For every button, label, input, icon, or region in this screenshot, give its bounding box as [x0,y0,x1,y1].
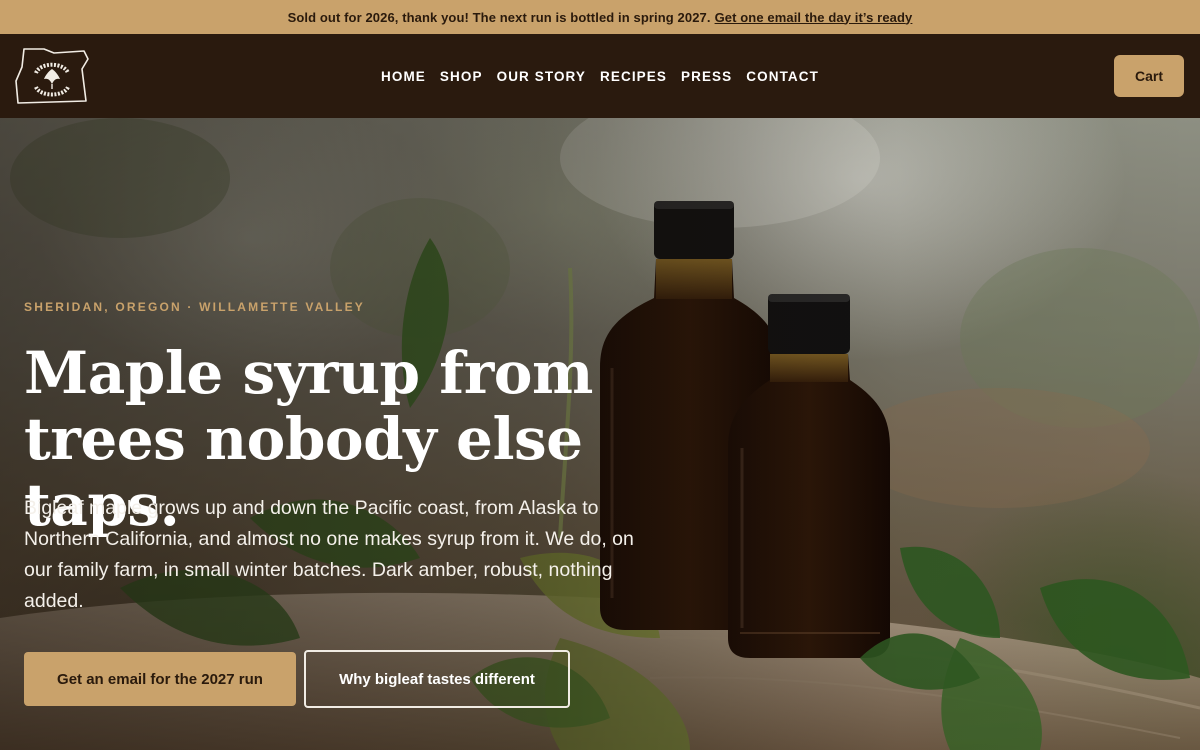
why-bigleaf-button[interactable]: Why bigleaf tastes different [304,650,570,708]
hero-eyebrow: SHERIDAN, OREGON · WILLAMETTE VALLEY [24,300,365,314]
nav-shop[interactable]: SHOP [440,69,483,84]
cart-button[interactable]: Cart [1114,55,1184,97]
nav-home[interactable]: HOME [381,69,426,84]
announcement-text: Sold out for 2026, thank you! The next r… [287,9,711,25]
nav-recipes[interactable]: RECIPES [600,69,667,84]
main-nav: HOME SHOP OUR STORY RECIPES PRESS CONTAC… [0,34,1200,118]
hero-description: Bigleaf maple grows up and down the Paci… [24,497,634,612]
nav-our-story[interactable]: OUR STORY [497,69,586,84]
hero-section: SHERIDAN, OREGON · WILLAMETTE VALLEY Map… [0,118,1200,750]
nav-contact[interactable]: CONTACT [746,69,819,84]
nav-press[interactable]: PRESS [681,69,732,84]
announcement-signup-link[interactable]: Get one email the day it’s ready [715,10,913,25]
announcement-bar: Sold out for 2026, thank you! The next r… [0,0,1200,34]
email-signup-button[interactable]: Get an email for the 2027 run [24,652,296,706]
site-header: HOME SHOP OUR STORY RECIPES PRESS CONTAC… [0,34,1200,118]
